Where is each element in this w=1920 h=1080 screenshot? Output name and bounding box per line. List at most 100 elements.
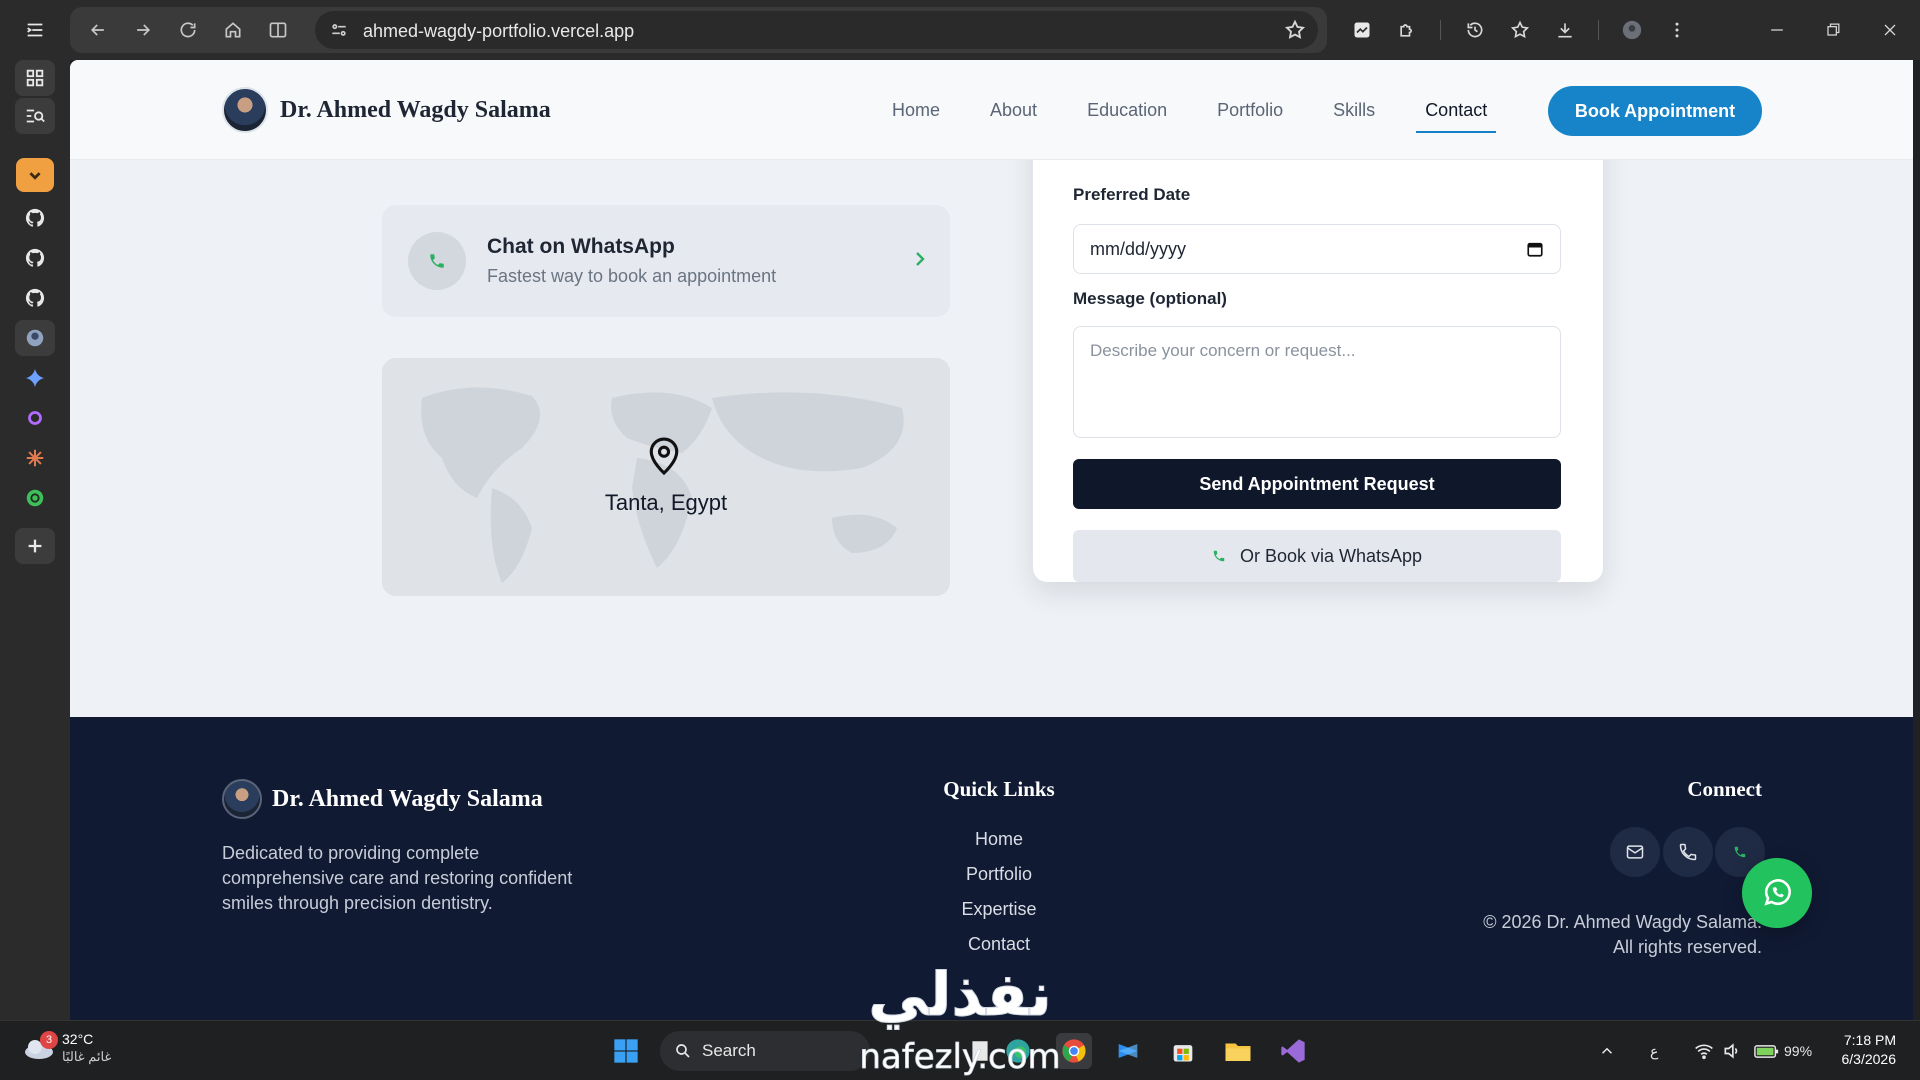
footer-link-expertise[interactable]: Expertise [899, 899, 1099, 934]
chevron-right-icon [912, 249, 928, 274]
phone-icon [1213, 550, 1225, 562]
url-text: ahmed-wagdy-portfolio.vercel.app [363, 21, 635, 41]
volume-icon[interactable] [1722, 1021, 1742, 1080]
phone-icon[interactable] [1663, 827, 1713, 877]
footer-link-portfolio[interactable]: Portfolio [899, 864, 1099, 899]
clock-date: 6/3/2026 [1841, 1051, 1897, 1067]
footer-description: Dedicated to providing complete comprehe… [222, 843, 573, 913]
quick-links-title: Quick Links [943, 777, 1055, 801]
more-menu-icon[interactable] [1662, 15, 1692, 45]
battery-icon [1754, 1044, 1779, 1058]
wifi-icon[interactable] [1694, 1021, 1714, 1080]
date-input-placeholder: mm/dd/yyyy [1090, 238, 1187, 259]
favorites-icon[interactable] [1505, 15, 1535, 45]
extension-icon[interactable] [1347, 15, 1377, 45]
forward-icon[interactable] [128, 15, 158, 45]
file-explorer-icon[interactable] [1220, 1033, 1256, 1069]
avatar [222, 779, 262, 819]
nav-about[interactable]: About [990, 100, 1037, 121]
close-icon[interactable] [1875, 15, 1905, 45]
clock-time: 7:18 PM [1843, 1032, 1896, 1048]
github-icon[interactable] [15, 240, 55, 276]
weather-temperature: 32°C [62, 1031, 94, 1047]
windows-start-icon[interactable] [608, 1033, 644, 1069]
copyright-text: © 2026 Dr. Ahmed Wagdy Salama. All right… [1370, 910, 1762, 960]
bookmark-star-icon[interactable] [1284, 19, 1306, 41]
main-nav: Home About Education Portfolio Skills Co… [892, 60, 1537, 160]
restore-icon[interactable] [1818, 15, 1848, 45]
extensions-puzzle-icon[interactable] [1392, 15, 1422, 45]
site-brand[interactable]: Dr. Ahmed Wagdy Salama [222, 87, 551, 133]
taskbar-search[interactable]: Search [660, 1031, 870, 1071]
profile-app-icon[interactable] [15, 320, 55, 356]
reload-icon[interactable] [173, 15, 203, 45]
app-icon[interactable] [1110, 1033, 1146, 1069]
chatgpt-icon[interactable] [15, 480, 55, 516]
date-input[interactable]: mm/dd/yyyy [1073, 224, 1561, 274]
store-icon[interactable] [1165, 1033, 1201, 1069]
add-app-icon[interactable] [15, 528, 55, 564]
svg-text:nafezly.com: nafezly.com [859, 1037, 1060, 1077]
footer-brand: Dr. Ahmed Wagdy Salama [222, 779, 543, 819]
github-icon[interactable] [15, 200, 55, 236]
email-icon[interactable] [1610, 827, 1660, 877]
visual-studio-icon[interactable] [1275, 1033, 1311, 1069]
copyright-line-2: All rights reserved. [1612, 937, 1762, 957]
location-label: Tanta, Egypt [604, 490, 728, 515]
book-via-whatsapp-label: Or Book via WhatsApp [1239, 545, 1423, 566]
weather-badge: 3 [40, 1031, 58, 1049]
whatsapp-floating-button[interactable] [1742, 858, 1812, 928]
book-via-whatsapp-button[interactable]: Or Book via WhatsApp [1073, 530, 1561, 582]
nav-skills[interactable]: Skills [1333, 100, 1375, 121]
connect-title: Connect [1687, 777, 1762, 801]
input-language-indicator[interactable]: ع [1650, 1021, 1658, 1080]
show-hidden-icons[interactable] [1598, 1021, 1616, 1080]
site-header: Dr. Ahmed Wagdy Salama Home About Educat… [70, 60, 1913, 160]
appointment-form: Preferred Date mm/dd/yyyy Message (optio… [1033, 100, 1603, 582]
browser-toolbar: ahmed-wagdy-portfolio.vercel.app [70, 7, 1327, 53]
taskbar-clock[interactable]: 7:18 PM 6/3/2026 [1828, 1031, 1897, 1069]
avatar [222, 87, 268, 133]
browser-sidebar [0, 0, 70, 1020]
cloud-weather-icon: 3 [22, 1031, 58, 1061]
back-icon[interactable] [83, 15, 113, 45]
search-icon [676, 1044, 690, 1058]
nav-education[interactable]: Education [1087, 100, 1167, 121]
calendar-icon[interactable] [1526, 240, 1544, 258]
sidebar-toggle-icon[interactable] [15, 12, 55, 48]
profile-avatar[interactable] [1617, 15, 1647, 45]
weather-condition: غائم غالبًا [62, 1049, 112, 1064]
world-map-background [382, 358, 950, 596]
site-info-icon[interactable] [329, 20, 349, 40]
map-pin-icon [649, 437, 679, 476]
svg-text:نفذلي: نفذلي [868, 960, 1052, 1030]
footer-link-home[interactable]: Home [899, 829, 1099, 864]
whatsapp-phone-icon [408, 232, 466, 290]
page-viewport: Dr. Ahmed Wagdy Salama Home About Educat… [70, 60, 1913, 1020]
github-icon[interactable] [15, 280, 55, 316]
footer-brand-name: Dr. Ahmed Wagdy Salama [272, 785, 543, 812]
download-icon[interactable] [1550, 15, 1580, 45]
send-appointment-button[interactable]: Send Appointment Request [1073, 459, 1561, 509]
copilot-icon[interactable] [15, 400, 55, 436]
tab-search-icon[interactable] [15, 98, 55, 134]
book-appointment-button[interactable]: Book Appointment [1548, 86, 1762, 136]
nav-contact[interactable]: Contact [1416, 100, 1497, 133]
nav-portfolio[interactable]: Portfolio [1217, 100, 1283, 121]
home-icon[interactable] [218, 15, 248, 45]
minimize-icon[interactable] [1762, 15, 1792, 45]
battery-percent: 99% [1784, 1043, 1813, 1059]
apps-grid-icon[interactable] [15, 60, 55, 96]
address-bar[interactable]: ahmed-wagdy-portfolio.vercel.app [315, 11, 1318, 49]
nav-home[interactable]: Home [892, 100, 940, 121]
claude-icon[interactable] [15, 440, 55, 476]
message-textarea[interactable]: Describe your concern or request... [1073, 326, 1561, 438]
battery-indicator[interactable]: 99% [1754, 1021, 1812, 1080]
weather-widget[interactable]: 3 32°C غائم غالبًا [22, 1031, 111, 1065]
split-view-icon[interactable] [263, 15, 293, 45]
gemini-icon[interactable] [15, 360, 55, 396]
sidebar-dropdown-icon[interactable] [16, 158, 54, 192]
copyright-line-1: © 2026 Dr. Ahmed Wagdy Salama. [1483, 912, 1762, 932]
whatsapp-card[interactable]: Chat on WhatsApp Fastest way to book an … [382, 205, 950, 317]
history-icon[interactable] [1460, 15, 1490, 45]
